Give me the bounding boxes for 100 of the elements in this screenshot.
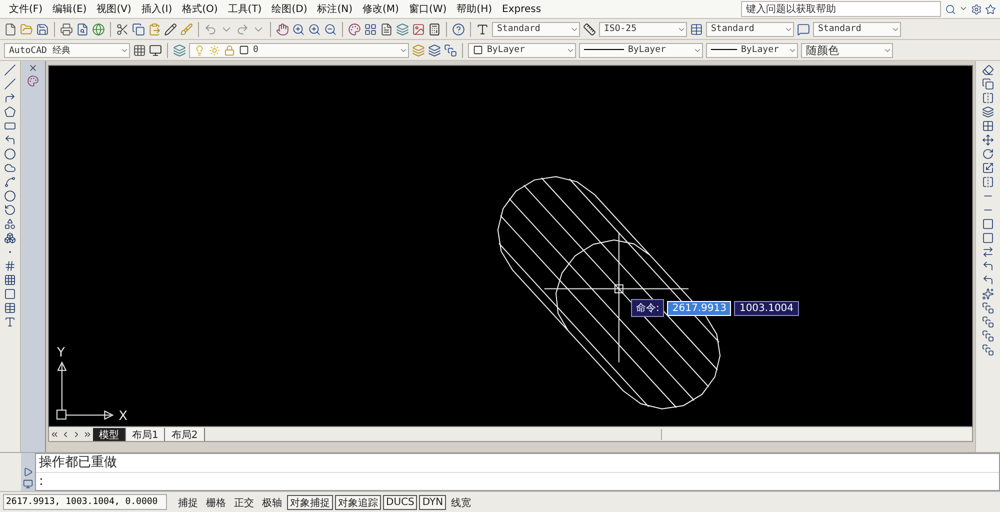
status-toggle[interactable]: 正交 [231,494,257,510]
stack-icon[interactable] [982,316,994,328]
menu-item[interactable]: 窗口(W) [404,2,452,16]
grid-icon[interactable] [133,44,146,56]
hatch-icon[interactable] [4,260,16,272]
mirror-icon[interactable] [982,92,994,104]
spline-icon[interactable] [4,176,16,188]
multileader-style-dropdown[interactable]: Standard [813,22,901,36]
x-coordinate-field[interactable]: 2617.9913 [667,300,732,316]
y-coordinate-field[interactable]: 1003.1004 [734,300,799,316]
scale-icon[interactable] [982,162,994,174]
status-toggle[interactable]: 线宽 [448,494,474,510]
dimension-style-dropdown[interactable]: ISO-25 [599,22,687,36]
status-toggle[interactable]: DYN [419,494,446,510]
line-icon[interactable] [4,64,16,76]
eraser-icon[interactable] [982,64,994,76]
first-tab-button[interactable] [49,428,60,440]
stack-icon[interactable] [444,44,457,56]
menu-item[interactable]: 文件(F) [4,2,48,16]
shapes-icon[interactable] [4,218,16,230]
help-search-field[interactable]: 键入问题以获取帮助 [741,1,941,17]
status-toggle[interactable]: 对象追踪 [335,494,381,510]
text-style-dropdown[interactable]: Standard [492,22,580,36]
star-icon[interactable] [985,4,996,14]
join-arrows-icon[interactable] [982,246,994,258]
help-icon[interactable] [452,22,465,36]
menu-item[interactable]: 帮助(H) [452,2,497,16]
close-icon[interactable] [28,63,38,73]
globe-icon[interactable] [92,22,105,36]
palette-icon[interactable] [348,22,361,36]
hand-icon[interactable] [276,22,289,36]
explode-icon[interactable] [982,288,994,300]
stack-icon[interactable] [982,330,994,342]
layout-tab[interactable]: 布局1 [126,428,166,440]
copy-icon[interactable] [982,78,994,90]
document-icon[interactable] [380,22,393,36]
last-tab-button[interactable] [82,428,93,440]
menu-item[interactable]: 修改(M) [358,2,404,16]
status-toggle[interactable]: 对象捕捉 [287,494,333,510]
gear-icon[interactable] [971,4,982,14]
table-icon[interactable] [690,22,703,36]
table-icon[interactable] [4,302,16,314]
workspace-dropdown[interactable]: AutoCAD 经典 [4,42,130,58]
calculator-icon[interactable] [428,22,441,36]
menu-item[interactable]: Express [497,4,546,14]
drawing-canvas[interactable]: Y X 命令: 2617.9913 1003.1004 [48,65,973,427]
rectangle-icon[interactable] [4,120,16,132]
horizontal-scrollbar[interactable] [661,428,972,440]
menu-item[interactable]: 编辑(E) [48,2,92,16]
layout-tab[interactable]: 模型 [93,428,126,440]
zoom-out-icon[interactable] [324,22,337,36]
status-toggle[interactable]: DUCS [383,494,418,510]
monitor-icon[interactable] [149,44,162,56]
layout-tab[interactable]: 布局2 [165,428,205,440]
circle-icon[interactable] [4,148,16,160]
play-icon[interactable] [23,467,33,477]
line-icon[interactable] [4,78,16,90]
monitor-icon[interactable] [23,479,33,489]
plot-style-dropdown[interactable]: 随颜色 [801,42,893,58]
status-toggle[interactable]: 捕捉 [175,494,201,510]
save-icon[interactable] [36,22,49,36]
boxes-icon[interactable] [4,232,16,244]
file-search-icon[interactable] [76,22,89,36]
command-window[interactable]: 操作都已重做 : [35,453,1000,491]
ruler-icon[interactable] [583,22,596,36]
stack-icon[interactable] [982,302,994,314]
file-icon[interactable] [4,22,17,36]
zoom-in-icon[interactable] [308,22,321,36]
pencil-icon[interactable] [164,22,177,36]
text-icon[interactable] [4,316,16,328]
pentagon-icon[interactable] [4,106,16,118]
menu-item[interactable]: 工具(T) [222,2,267,16]
clipboard-icon[interactable] [148,22,161,36]
color-dropdown[interactable]: ByLayer [468,42,576,58]
grid-icon[interactable] [4,274,16,286]
status-toggle[interactable]: 极轴 [259,494,285,510]
layers-icon[interactable] [428,44,441,56]
table-style-dropdown[interactable]: Standard [706,22,794,36]
status-toggle[interactable]: 栅格 [203,494,229,510]
printer-icon[interactable] [60,22,73,36]
lineweight-dropdown[interactable]: ByLayer [706,42,798,58]
zoom-in-icon[interactable] [292,22,305,36]
layers-icon[interactable] [173,44,186,56]
layers-icon[interactable] [396,22,409,36]
redo-icon[interactable] [236,22,249,36]
menu-item[interactable]: 插入(I) [136,2,178,16]
image-icon[interactable] [412,22,425,36]
scissors-icon[interactable] [116,22,129,36]
stack-icon[interactable] [982,344,994,356]
menu-item[interactable]: 绘图(D) [266,2,312,16]
lock-icon[interactable] [224,44,235,56]
menu-item[interactable]: 标注(N) [312,2,358,16]
move-icon[interactable] [982,134,994,146]
menu-item[interactable]: 视图(V) [92,2,136,16]
copy-icon[interactable] [132,22,145,36]
search-icon[interactable] [945,4,956,14]
square-icon[interactable] [473,45,483,55]
layer-dropdown[interactable]: 0 [189,42,409,58]
text-style-icon[interactable] [476,22,489,36]
rotate-icon[interactable] [982,148,994,160]
